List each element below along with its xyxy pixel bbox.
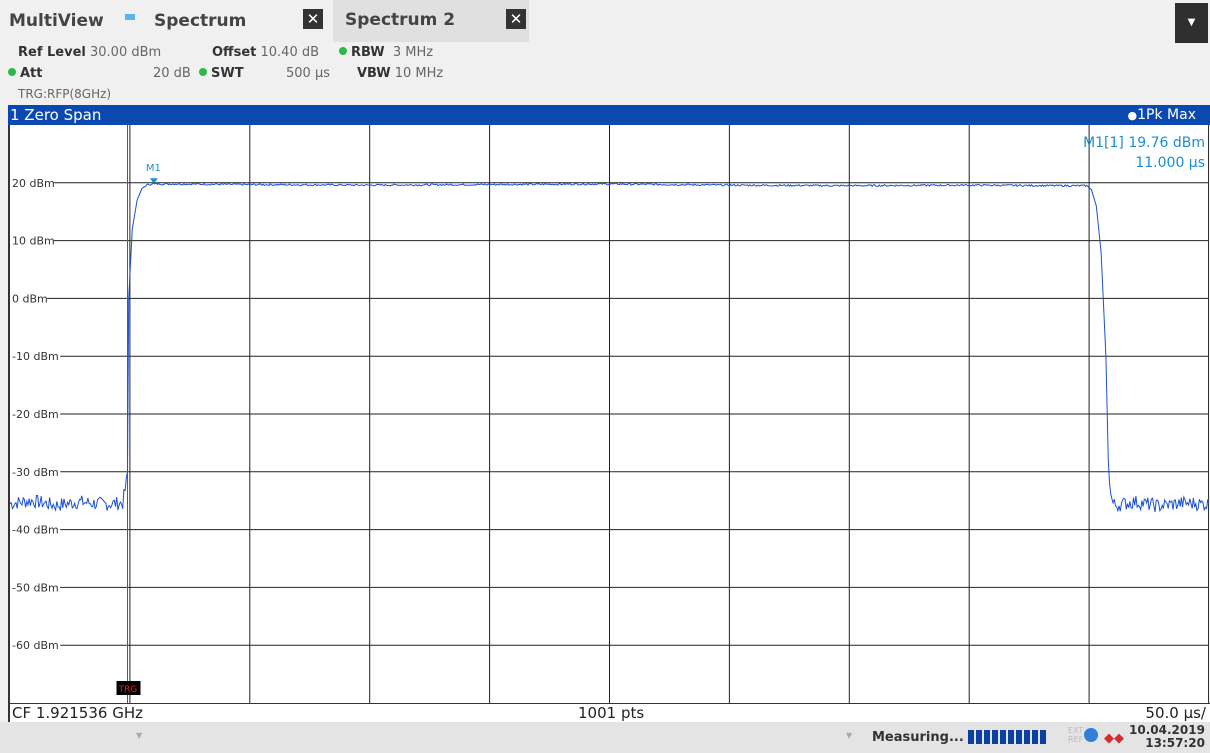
rbw-setting[interactable]: RBW 3 MHz (339, 45, 433, 60)
trace-plot-svg: 20 dBm 10 dBm 0 dBm -10 dBm -20 dBm -30 dBm -4… (10, 125, 1209, 703)
marker-readout-level: M1[1] 19.76 dBm (1083, 135, 1205, 151)
measurement-state: Measuring... (872, 730, 964, 745)
status-bar: ▼ ▼ Measuring... EXT REF ◆◆ 10.04.2019 1… (0, 722, 1210, 753)
close-spectrum-tab-icon[interactable]: ✕ (303, 9, 323, 29)
rbw-coupled-indicator-icon (339, 47, 347, 55)
y-tick-label: 10 dBm (12, 235, 55, 248)
att-value: 20 dB (153, 66, 191, 81)
marker-m1-label: M1 (146, 163, 161, 174)
date-time: 10.04.2019 13:57:20 (1129, 724, 1205, 750)
y-tick-label: -10 dBm (12, 350, 59, 363)
trace-status-icon: ● (1127, 109, 1138, 122)
y-tick-label: -20 dBm (12, 408, 59, 421)
offset-setting[interactable]: Offset 10.40 dB (212, 45, 319, 60)
spectrum-plot[interactable]: 20 dBm 10 dBm 0 dBm -10 dBm -20 dBm -30 dBm -4… (8, 125, 1209, 703)
ref-level-setting[interactable]: Ref Level 30.00 dBm (18, 45, 161, 60)
tab-spectrum-2[interactable]: Spectrum 2 (333, 0, 529, 42)
tab-spectrum[interactable]: Spectrum (154, 0, 246, 42)
sweep-points: 1001 pts (578, 704, 645, 722)
y-tick-label: 0 dBm (12, 292, 48, 305)
diagram-header: 1 Zero Span ●1Pk Max (8, 105, 1210, 125)
rohde-schwarz-logo-icon: ◆◆ (1104, 731, 1124, 746)
close-spectrum-2-tab-icon[interactable]: ✕ (506, 9, 526, 29)
offset-value: 10.40 dB (260, 45, 320, 60)
tab-bar: MultiView Spectrum ✕ Spectrum 2 ✕ ▼ (0, 0, 1210, 43)
marker-readout: M1[1] 19.76 dBm 11.000 µs (1083, 135, 1205, 171)
measurement-settings: Ref Level 30.00 dBm Offset 10.40 dB RBW … (0, 42, 1210, 103)
tab-spectrum-label: Spectrum (154, 11, 247, 31)
ext-ref-status-icon (1084, 728, 1098, 742)
time-per-division: 50.0 µs/ (1145, 704, 1206, 722)
ref-level-value: 30.00 dBm (90, 45, 162, 60)
diagram-footer: CF 1.921536 GHz 1001 pts 50.0 µs/ (8, 703, 1210, 722)
trigger-badge-label: TRG (118, 685, 138, 695)
y-tick-label: 20 dBm (12, 177, 55, 190)
menu-dropdown-button[interactable]: ▼ (1175, 3, 1208, 43)
status-left-chevron-icon[interactable]: ▼ (136, 731, 142, 740)
tab-multiview-label: MultiView (9, 11, 104, 31)
vbw-label: VBW (357, 66, 391, 81)
y-tick-label: -60 dBm (12, 639, 59, 652)
diagram-title: 1 Zero Span (10, 106, 102, 124)
swt-value: 500 µs (286, 66, 330, 81)
tab-multiview[interactable]: MultiView (9, 0, 104, 42)
y-tick-label: -40 dBm (12, 524, 59, 537)
y-tick-label: -50 dBm (12, 581, 59, 594)
swt-coupled-indicator-icon (199, 68, 207, 76)
trace-info-label: 1Pk Max (1137, 107, 1196, 123)
marker-readout-time: 11.000 µs (1135, 155, 1205, 171)
ref-level-label: Ref Level (18, 45, 86, 60)
spectrum-color-indicator-icon (125, 14, 135, 20)
rbw-label: RBW (351, 45, 385, 60)
offset-label: Offset (212, 45, 257, 60)
rbw-value: 3 MHz (392, 45, 434, 60)
att-setting[interactable]: Att (8, 66, 43, 81)
swt-setting[interactable]: SWT (199, 66, 244, 81)
sweep-progress-bar (968, 730, 1048, 748)
tab-spectrum-2-label: Spectrum 2 (345, 10, 456, 30)
y-tick-label: -30 dBm (12, 466, 59, 479)
swt-label: SWT (211, 66, 244, 81)
trace-info: ●1Pk Max (1128, 105, 1196, 126)
center-frequency: CF 1.921536 GHz (12, 704, 143, 722)
status-right-chevron-icon[interactable]: ▼ (846, 731, 852, 740)
att-coupled-indicator-icon (8, 68, 16, 76)
vbw-setting[interactable]: VBW 10 MHz (357, 66, 443, 81)
vbw-value: 10 MHz (394, 66, 444, 81)
status-time: 13:57:20 (1145, 736, 1205, 750)
trigger-setting[interactable]: TRG:RFP(8GHz) (18, 87, 111, 101)
att-label: Att (20, 66, 43, 81)
